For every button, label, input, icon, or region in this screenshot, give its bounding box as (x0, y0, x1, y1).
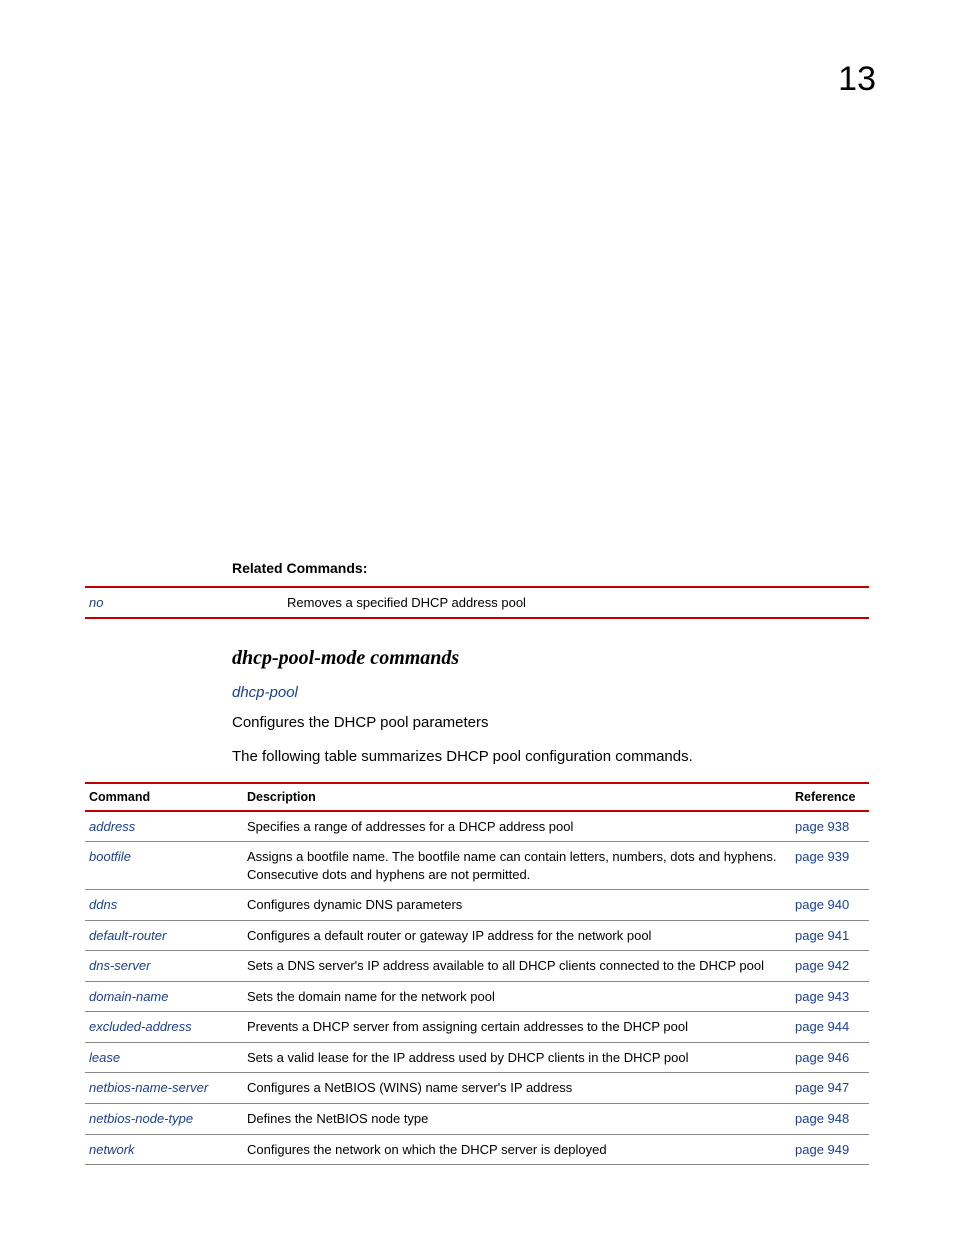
column-header-command: Command (85, 783, 243, 811)
table-row: lease Sets a valid lease for the IP addre… (85, 1042, 869, 1073)
command-link[interactable]: bootfile (89, 849, 131, 864)
section-title: dhcp-pool-mode commands (232, 647, 869, 670)
page-content: Related Commands: no Removes a specified … (85, 560, 869, 1165)
related-command-link[interactable]: no (89, 595, 103, 610)
command-description: Assigns a bootfile name. The bootfile na… (243, 842, 791, 890)
command-description: Configures a NetBIOS (WINS) name server'… (243, 1073, 791, 1104)
table-row: bootfile Assigns a bootfile name. The boo… (85, 842, 869, 890)
column-header-reference: Reference (791, 783, 869, 811)
command-description: Sets a valid lease for the IP address us… (243, 1042, 791, 1073)
page-reference-link[interactable]: page 947 (795, 1080, 849, 1095)
command-link[interactable]: domain-name (89, 989, 169, 1004)
related-commands-heading: Related Commands: (232, 560, 869, 576)
page-reference-link[interactable]: page 944 (795, 1019, 849, 1034)
page-reference-link[interactable]: page 939 (795, 849, 849, 864)
page-reference-link[interactable]: page 938 (795, 819, 849, 834)
command-description: Configures the network on which the DHCP… (243, 1134, 791, 1165)
table-row: netbios-node-type Defines the NetBIOS nod… (85, 1103, 869, 1134)
page-reference-link[interactable]: page 941 (795, 928, 849, 943)
table-row: excluded-address Prevents a DHCP server f… (85, 1012, 869, 1043)
command-link[interactable]: network (89, 1142, 135, 1157)
page-reference-link[interactable]: page 946 (795, 1050, 849, 1065)
command-link[interactable]: address (89, 819, 135, 834)
table-header-row: Command Description Reference (85, 783, 869, 811)
command-link[interactable]: netbios-node-type (89, 1111, 193, 1126)
table-row: default-router Configures a default route… (85, 920, 869, 951)
command-link[interactable]: default-router (89, 928, 166, 943)
related-command-row: no Removes a specified DHCP address pool (85, 587, 869, 618)
command-description: Configures a default router or gateway I… (243, 920, 791, 951)
table-row: address Specifies a range of addresses fo… (85, 811, 869, 842)
command-description: Sets the domain name for the network poo… (243, 981, 791, 1012)
command-link[interactable]: dns-server (89, 958, 150, 973)
page-reference-link[interactable]: page 940 (795, 897, 849, 912)
command-table: Command Description Reference address Spe… (85, 782, 869, 1166)
command-description: Configures dynamic DNS parameters (243, 890, 791, 921)
command-description: Sets a DNS server's IP address available… (243, 951, 791, 982)
command-link[interactable]: excluded-address (89, 1019, 192, 1034)
page-reference-link[interactable]: page 949 (795, 1142, 849, 1157)
related-command-description: Removes a specified DHCP address pool (283, 587, 869, 618)
command-description: Specifies a range of addresses for a DHC… (243, 811, 791, 842)
command-description: Defines the NetBIOS node type (243, 1103, 791, 1134)
table-row: network Configures the network on which t… (85, 1134, 869, 1165)
page-reference-link[interactable]: page 942 (795, 958, 849, 973)
chapter-number: 13 (838, 60, 876, 99)
table-row: netbios-name-server Configures a NetBIOS … (85, 1073, 869, 1104)
body-paragraph: The following table summarizes DHCP pool… (232, 747, 869, 767)
subsection-link-text: dhcp-pool (232, 684, 298, 701)
table-row: domain-name Sets the domain name for the … (85, 981, 869, 1012)
body-paragraph: Configures the DHCP pool parameters (232, 713, 869, 733)
command-link[interactable]: ddns (89, 897, 117, 912)
page: 13 Related Commands: no Removes a specifi… (0, 0, 954, 1235)
page-reference-link[interactable]: page 943 (795, 989, 849, 1004)
command-link[interactable]: netbios-name-server (89, 1080, 208, 1095)
table-row: ddns Configures dynamic DNS parameters pag… (85, 890, 869, 921)
related-commands-table: no Removes a specified DHCP address pool (85, 586, 869, 619)
subsection-link[interactable]: dhcp-pool (232, 684, 869, 701)
table-row: dns-server Sets a DNS server's IP address… (85, 951, 869, 982)
command-link[interactable]: lease (89, 1050, 120, 1065)
page-reference-link[interactable]: page 948 (795, 1111, 849, 1126)
command-description: Prevents a DHCP server from assigning ce… (243, 1012, 791, 1043)
column-header-description: Description (243, 783, 791, 811)
